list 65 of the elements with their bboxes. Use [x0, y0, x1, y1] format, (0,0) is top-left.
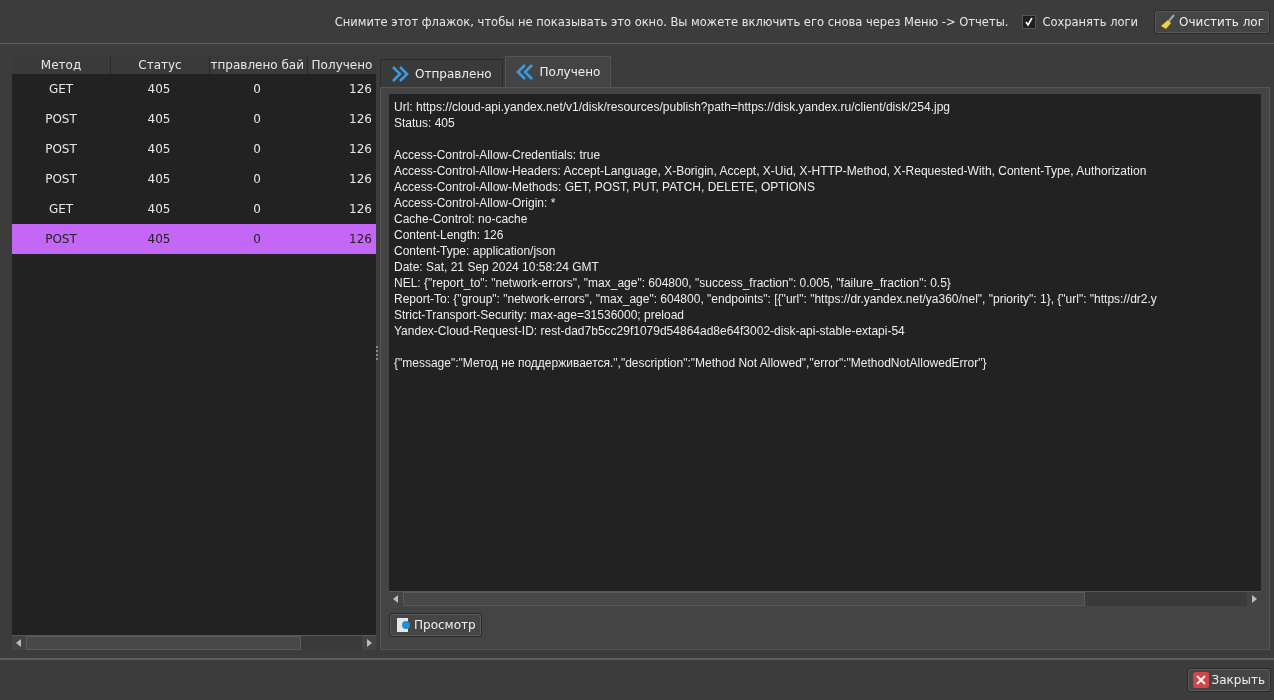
- save-logs-checkbox[interactable]: Сохранять логи: [1022, 14, 1139, 29]
- column-header[interactable]: тправлено бай: [210, 56, 308, 74]
- response-line: Content-Length: 126: [394, 227, 504, 243]
- table-cell-text: 0: [252, 202, 262, 216]
- table-cell-text: 405: [146, 112, 172, 126]
- table-row[interactable]: POST 405 0 126: [12, 164, 376, 194]
- table-cell-text: 126: [348, 232, 373, 246]
- tab[interactable]: Получено: [504, 56, 612, 87]
- column-header[interactable]: Метод: [12, 56, 111, 74]
- table-row[interactable]: POST 405 0 126: [12, 224, 376, 254]
- scroll-left-icon[interactable]: [12, 636, 26, 650]
- table-row[interactable]: POST 405 0 126: [12, 104, 376, 134]
- table-cell-text: 405: [146, 172, 172, 186]
- table-cell-text: 126: [348, 202, 373, 216]
- table-row[interactable]: GET 405 0 126: [12, 194, 376, 224]
- table-cell-text: POST: [44, 172, 78, 186]
- table-cell-text: 405: [146, 82, 172, 96]
- table-cell-text: 126: [348, 112, 373, 126]
- response-line: Access-Control-Allow-Credentials: true: [394, 147, 601, 163]
- table-cell-text: 405: [146, 142, 172, 156]
- table-cell-text: 405: [146, 232, 172, 246]
- table-cell-text: GET: [47, 82, 75, 96]
- hint-text: Снимите этот флажок, чтобы не показывать это окно. Вы можете включить его снова через Меню -> Отчеты.: [334, 14, 1009, 29]
- horizontal-scrollbar[interactable]: [12, 635, 376, 650]
- table-cell-text: 0: [252, 172, 262, 186]
- table-cell-text: 126: [348, 172, 373, 186]
- response-line: NEL: {"report_to": "network-errors", "max_age": 604800, "success_fraction": 0.005, "failure_fraction": 0.5}: [394, 275, 951, 291]
- table-cell-text: 126: [348, 142, 373, 156]
- response-line: Access-Control-Allow-Methods: GET, POST, PUT, PATCH, DELETE, OPTIONS: [394, 179, 815, 195]
- table-row[interactable]: POST 405 0 126: [12, 134, 376, 164]
- table-cell-text: 0: [252, 82, 262, 96]
- response-line: Content-Type: application/json: [394, 243, 556, 259]
- response-line: Status: 405: [394, 115, 455, 131]
- response-line: {"message":"Метод не поддерживается.","description":"Method Not Allowed","error":"MethodNotAllowedError"}: [394, 355, 987, 371]
- table-cell-text: 405: [146, 202, 172, 216]
- response-line: Cache-Control: no-cache: [394, 211, 528, 227]
- column-header[interactable]: Статус: [111, 56, 210, 74]
- response-line: Access-Control-Allow-Headers: Accept-Language, X-Borigin, Accept, X-Uid, X-HTTP-Method, X-Requested-With, Content-Type, Authorization: [394, 163, 1147, 179]
- tab[interactable]: Отправлено: [380, 59, 503, 87]
- clear-log-button[interactable]: Очистить лог: [1154, 9, 1270, 34]
- table-cell-text: POST: [44, 142, 78, 156]
- table-cell-text: POST: [44, 112, 78, 126]
- table-cell-text: GET: [47, 202, 75, 216]
- response-line: Report-To: {"group": "network-errors", "max_age": 604800, "endpoints": [{"url": "https://dr.yandex.net/ya360/nel", "priority": 1}, {"url": "https://dr2.y: [394, 291, 1157, 307]
- response-line: Access-Control-Allow-Origin: *: [394, 195, 556, 211]
- column-header[interactable]: Получено: [308, 56, 376, 74]
- table-cell-text: POST: [44, 232, 78, 246]
- response-line: Url: https://cloud-api.yandex.net/v1/disk/resources/publish?path=https://disk.yandex.ru/client/disk/254.jpg: [394, 99, 950, 115]
- close-button[interactable]: Закрыть: [1186, 668, 1271, 692]
- table-row[interactable]: GET 405 0 126: [12, 74, 376, 104]
- broom-icon: [1160, 13, 1177, 30]
- response-line: Yandex-Cloud-Request-ID: rest-dad7b5cc29f1079d54864ad8e64f3002-disk-api-stable-extapi-54: [394, 323, 905, 339]
- response-line: Strict-Transport-Security: max-age=31536000; preload: [394, 307, 685, 323]
- table-cell-text: 0: [252, 142, 262, 156]
- table-cell-text: 126: [348, 82, 373, 96]
- table-cell-text: 0: [252, 112, 262, 126]
- preview-button[interactable]: Просмотр: [389, 613, 482, 637]
- double-chevron-right-icon: [391, 64, 409, 83]
- double-chevron-left-icon: [515, 63, 534, 81]
- response-line: Date: Sat, 21 Sep 2024 10:58:24 GMT: [394, 259, 599, 275]
- table-cell-text: 0: [252, 232, 262, 246]
- checkbox[interactable]: [1022, 14, 1037, 29]
- scroll-right-icon[interactable]: [362, 636, 376, 650]
- close-icon: [1192, 672, 1209, 688]
- document-globe-icon: [395, 617, 411, 633]
